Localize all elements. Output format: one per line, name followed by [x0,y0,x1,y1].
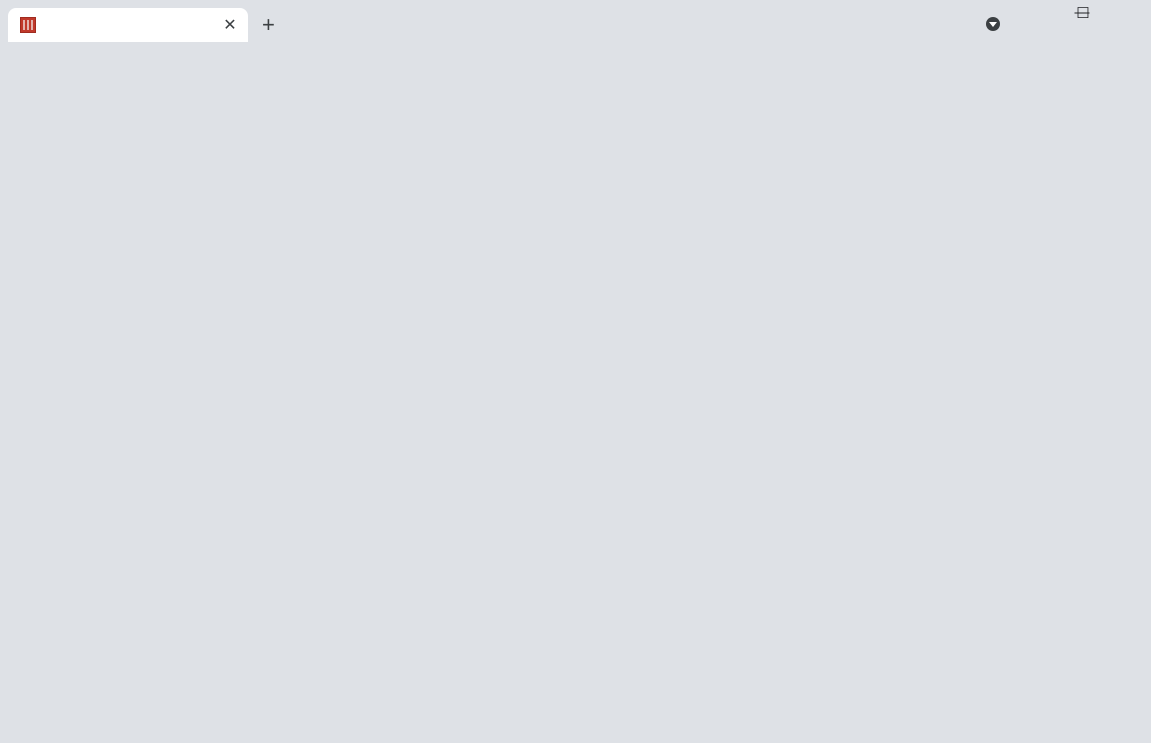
browser-tab[interactable]: ✕ [8,8,248,42]
new-tab-button[interactable]: + [262,12,275,38]
browser-window: ✕ + — ☐ [0,0,1151,743]
tab-close-icon[interactable]: ✕ [220,15,240,35]
tab-strip: ✕ + — ☐ [0,0,1151,42]
window-maximize-button[interactable]: ☐ [1068,4,1098,22]
tab-search-icon[interactable] [986,17,1000,31]
ozeki-favicon-icon [20,17,36,33]
